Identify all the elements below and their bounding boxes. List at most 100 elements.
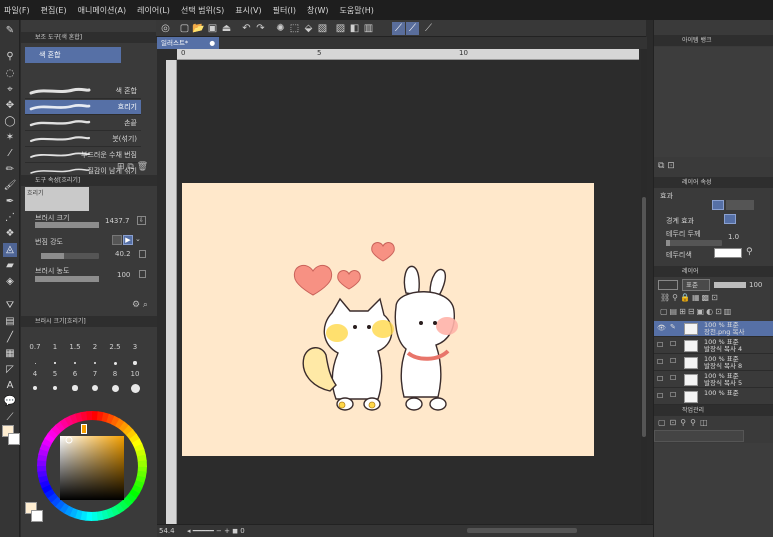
menu-item-2[interactable]: 애니메이션(A): [78, 5, 127, 16]
layer-lock-icon[interactable]: ☐: [670, 375, 676, 382]
blur-mode-play-icon[interactable]: ▶: [123, 235, 133, 245]
snap-grid-icon[interactable]: ⟋: [422, 22, 435, 35]
blur-mode-icon[interactable]: [112, 235, 122, 245]
lasso-tool-icon[interactable]: ◌: [3, 67, 17, 81]
magic-wand-icon[interactable]: ✶: [3, 131, 17, 145]
color-picker-icon[interactable]: ⁄: [3, 147, 17, 161]
brush-item[interactable]: 손끝: [25, 116, 141, 131]
brush-size-dropdown-icon[interactable]: ⇩: [137, 216, 146, 225]
redo-icon[interactable]: ↷: [254, 22, 267, 35]
brush-size-preset[interactable]: 10: [125, 370, 145, 378]
blur-strength-value[interactable]: 40.2: [115, 250, 131, 258]
brush-size-preset[interactable]: 0.7: [25, 343, 45, 351]
subtool-group-tab[interactable]: 색 혼합: [25, 47, 121, 63]
line-correction-icon[interactable]: ⟋: [3, 411, 17, 425]
edge-width-slider[interactable]: [666, 240, 722, 246]
decoration-tool-icon[interactable]: ❖: [3, 227, 17, 241]
layer-opacity-slider[interactable]: [714, 282, 746, 288]
tool-property-settings-icon[interactable]: ⚙ ⌕: [132, 300, 148, 310]
brush-size-preset[interactable]: 4: [25, 370, 45, 378]
hue-handle[interactable]: [81, 424, 87, 434]
brush-item[interactable]: 붓(섞기): [25, 132, 141, 147]
snap-ruler-icon[interactable]: ⟋: [392, 22, 405, 35]
pencil-tool-icon[interactable]: ✏: [3, 163, 17, 177]
effect-icons[interactable]: [726, 200, 754, 210]
canvas-horizontal-scrollbar[interactable]: [467, 528, 577, 533]
menu-item-0[interactable]: 파일(F): [4, 5, 30, 16]
color-wheel[interactable]: [30, 404, 154, 528]
figure-tool-icon[interactable]: ╱: [3, 331, 17, 345]
brush-size-preset[interactable]: 1.5: [65, 343, 85, 351]
layer-visibility-eye-icon[interactable]: 👁: [657, 325, 666, 332]
layer-opacity-value[interactable]: 100: [749, 281, 762, 289]
gradient-icon[interactable]: ▤: [3, 315, 17, 329]
task-select[interactable]: [654, 430, 744, 442]
menu-item-3[interactable]: 레이어(L): [137, 5, 170, 16]
brush-size-preset[interactable]: 5: [45, 370, 65, 378]
open-file-icon[interactable]: 📂: [192, 22, 205, 35]
pen-tool-icon[interactable]: ✎: [3, 24, 17, 38]
bucket-icon[interactable]: ⛛: [3, 299, 17, 313]
layer-row[interactable]: ☐ ☐ 100 % 표준 발장식 복사 8: [654, 355, 773, 371]
brush-size-slider[interactable]: [35, 222, 99, 228]
menu-item-8[interactable]: 도움말(H): [340, 5, 374, 16]
snap-special-icon[interactable]: ⟋: [406, 22, 419, 35]
fill-tool-icon[interactable]: ◈: [3, 275, 17, 289]
airbrush-icon[interactable]: ⋰: [3, 211, 17, 225]
layer-action-icons[interactable]: ▢▤⊞⊟▣◐⊡▥: [660, 307, 733, 316]
zoom-tool-icon[interactable]: ⚲: [3, 50, 17, 64]
clear-icon[interactable]: ✺: [274, 22, 287, 35]
menu-item-7[interactable]: 창(W): [307, 5, 329, 16]
fill-bucket-icon[interactable]: ⬙: [302, 22, 315, 35]
brush-size-value[interactable]: 1437.7: [105, 217, 130, 225]
menu-item-5[interactable]: 표시(V): [235, 5, 261, 16]
edge-width-value[interactable]: 1.0: [728, 233, 739, 241]
text-tool-icon[interactable]: A: [3, 379, 17, 393]
layer-row[interactable]: ☐ ☐ 100 % 표준 발장식 복사 5: [654, 372, 773, 388]
effect-border-icon[interactable]: [712, 200, 724, 210]
app-icon[interactable]: ◎: [159, 22, 172, 35]
brush-size-preset[interactable]: 8: [105, 370, 125, 378]
transform-icon[interactable]: ⬚: [288, 22, 301, 35]
document-tab[interactable]: 일러스트* ●: [157, 37, 219, 49]
crop-icon[interactable]: ◧: [348, 22, 361, 35]
brush-size-preset[interactable]: 2.5: [105, 343, 125, 351]
layer-tool-icons[interactable]: ⛓⚲🔒▦▩⊡: [660, 293, 720, 302]
brush-density-slider[interactable]: [35, 276, 99, 282]
selection-invert-icon[interactable]: ▨: [334, 22, 347, 35]
border-effect-toggle[interactable]: [724, 214, 736, 224]
save-icon[interactable]: ▣: [206, 22, 219, 35]
blend-mode-select[interactable]: 표준: [682, 279, 710, 291]
layer-row[interactable]: ☐ ☐ 100 % 표준 발장식 복사 4: [654, 338, 773, 354]
edge-color-picker-icon[interactable]: ⚲: [746, 247, 753, 257]
balloon-tool-icon[interactable]: 💬: [3, 395, 17, 409]
ink-tool-icon[interactable]: ✒: [3, 195, 17, 209]
layer-lock-icon[interactable]: ☐: [670, 392, 676, 399]
edge-color-swatch[interactable]: [714, 248, 742, 258]
brush-size-preset[interactable]: 2: [85, 343, 105, 351]
brush-size-preset[interactable]: 1: [45, 343, 65, 351]
layer-visibility-eye-icon[interactable]: ☐: [657, 359, 663, 366]
menu-item-4[interactable]: 선택 범위(S): [181, 5, 224, 16]
brush-size-preset[interactable]: 3: [125, 343, 145, 351]
layer-visibility-eye-icon[interactable]: ☐: [657, 342, 663, 349]
brush-size-preset[interactable]: 6: [65, 370, 85, 378]
zoom-controls[interactable]: ◂ ━━━━━ − + ◼ 0: [187, 525, 245, 537]
brush-item[interactable]: 부드러운 수채 번짐: [25, 148, 141, 163]
export-icon[interactable]: ⏏: [220, 22, 233, 35]
blur-strength-link-icon[interactable]: [139, 250, 146, 258]
sub-color-small-swatch[interactable]: [31, 510, 43, 522]
brush-density-link-icon[interactable]: [139, 270, 146, 278]
menu-item-6[interactable]: 필터(I): [273, 5, 296, 16]
layer-lock-icon[interactable]: ☐: [670, 358, 676, 365]
zoom-value[interactable]: 54.4: [159, 525, 175, 537]
layer-visibility-eye-icon[interactable]: ☐: [657, 393, 663, 400]
blur-mode-chevron-icon[interactable]: ⌄: [135, 235, 143, 245]
layer-row[interactable]: ☐ ☐ 100 % 표준: [654, 389, 773, 405]
blur-strength-slider[interactable]: [41, 253, 99, 259]
menu-item-1[interactable]: 편집(E): [41, 5, 67, 16]
brush-tool-icon[interactable]: 🖌: [3, 179, 17, 193]
layer-lock-icon[interactable]: ☐: [670, 341, 676, 348]
eyedropper-icon[interactable]: ⌖: [3, 83, 17, 97]
canvas-vertical-scrollbar[interactable]: [641, 49, 647, 524]
